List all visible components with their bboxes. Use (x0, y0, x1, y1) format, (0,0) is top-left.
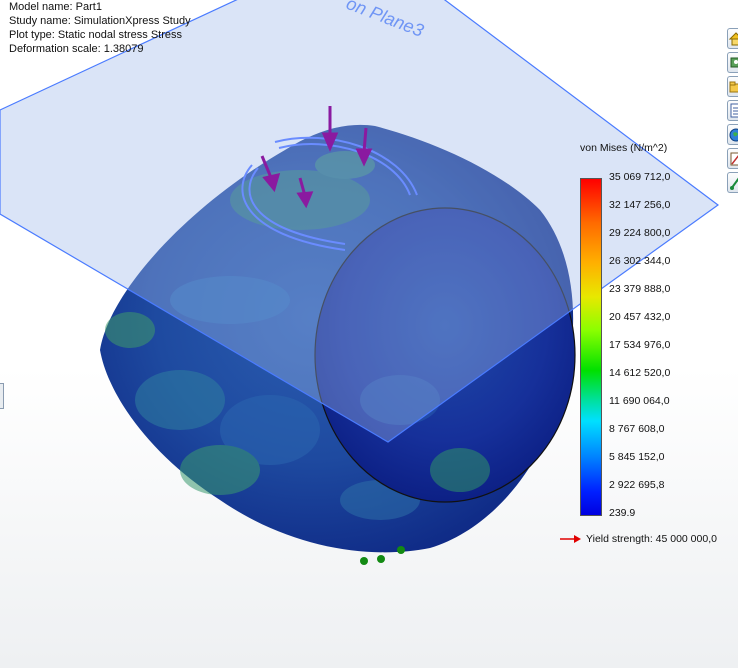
yield-strength: Yield strength: 45 000 000,0 (560, 533, 717, 545)
colorbar-tick-label: 20 457 432,0 (609, 311, 671, 323)
colorbar-tick-label: 5 845 152,0 (609, 451, 665, 463)
colorbar-tick-label: 23 379 888,0 (609, 283, 671, 295)
colorbar-tick-label: 11 690 064,0 (609, 395, 670, 407)
stress-colorbar (580, 178, 602, 516)
web-globe-icon[interactable] (727, 124, 738, 145)
legend-title: von Mises (N/m^2) (580, 142, 668, 154)
colorbar-tick-label: 17 534 976,0 (609, 339, 671, 351)
yield-arrow-icon (560, 535, 581, 543)
model-name: Model name: Part1 (9, 1, 102, 13)
colorbar-tick-label: 2 922 695,8 (609, 479, 665, 491)
colorbar-tick-label: 32 147 256,0 (609, 199, 671, 211)
left-panel-tab[interactable] (0, 383, 4, 409)
edit-definition-icon[interactable] (727, 148, 738, 169)
open-folder-icon[interactable] (727, 76, 738, 97)
report-icon[interactable] (727, 100, 738, 121)
simulation-viewport[interactable]: on Plane3 (0, 0, 738, 668)
face-stress-spot (430, 448, 490, 492)
select-entity-icon[interactable] (727, 52, 738, 73)
study-name: Study name: SimulationXpress Study (9, 15, 191, 27)
colorbar-tick-label: 14 612 520,0 (609, 367, 671, 379)
right-toolbar (727, 28, 738, 196)
colorbar-tick-label: 26 302 344,0 (609, 255, 671, 267)
yield-strength-label: Yield strength: 45 000 000,0 (586, 533, 717, 545)
study-info-panel: Model name: Part1 Study name: Simulation… (9, 0, 191, 56)
colorbar-tick-label: 239.9 (609, 507, 636, 519)
deformation-scale: Deformation scale: 1.38079 (9, 43, 144, 55)
colorbar-tick-label: 8 767 608,0 (609, 423, 665, 435)
plot-type: Plot type: Static nodal stress Stress (9, 29, 183, 41)
colorbar-tick-label: 29 224 800,0 (609, 227, 671, 239)
home-view-icon[interactable] (727, 28, 738, 49)
fixture-pin-icon[interactable] (727, 172, 738, 193)
colorbar-tick-label: 35 069 712,0 (609, 171, 671, 183)
